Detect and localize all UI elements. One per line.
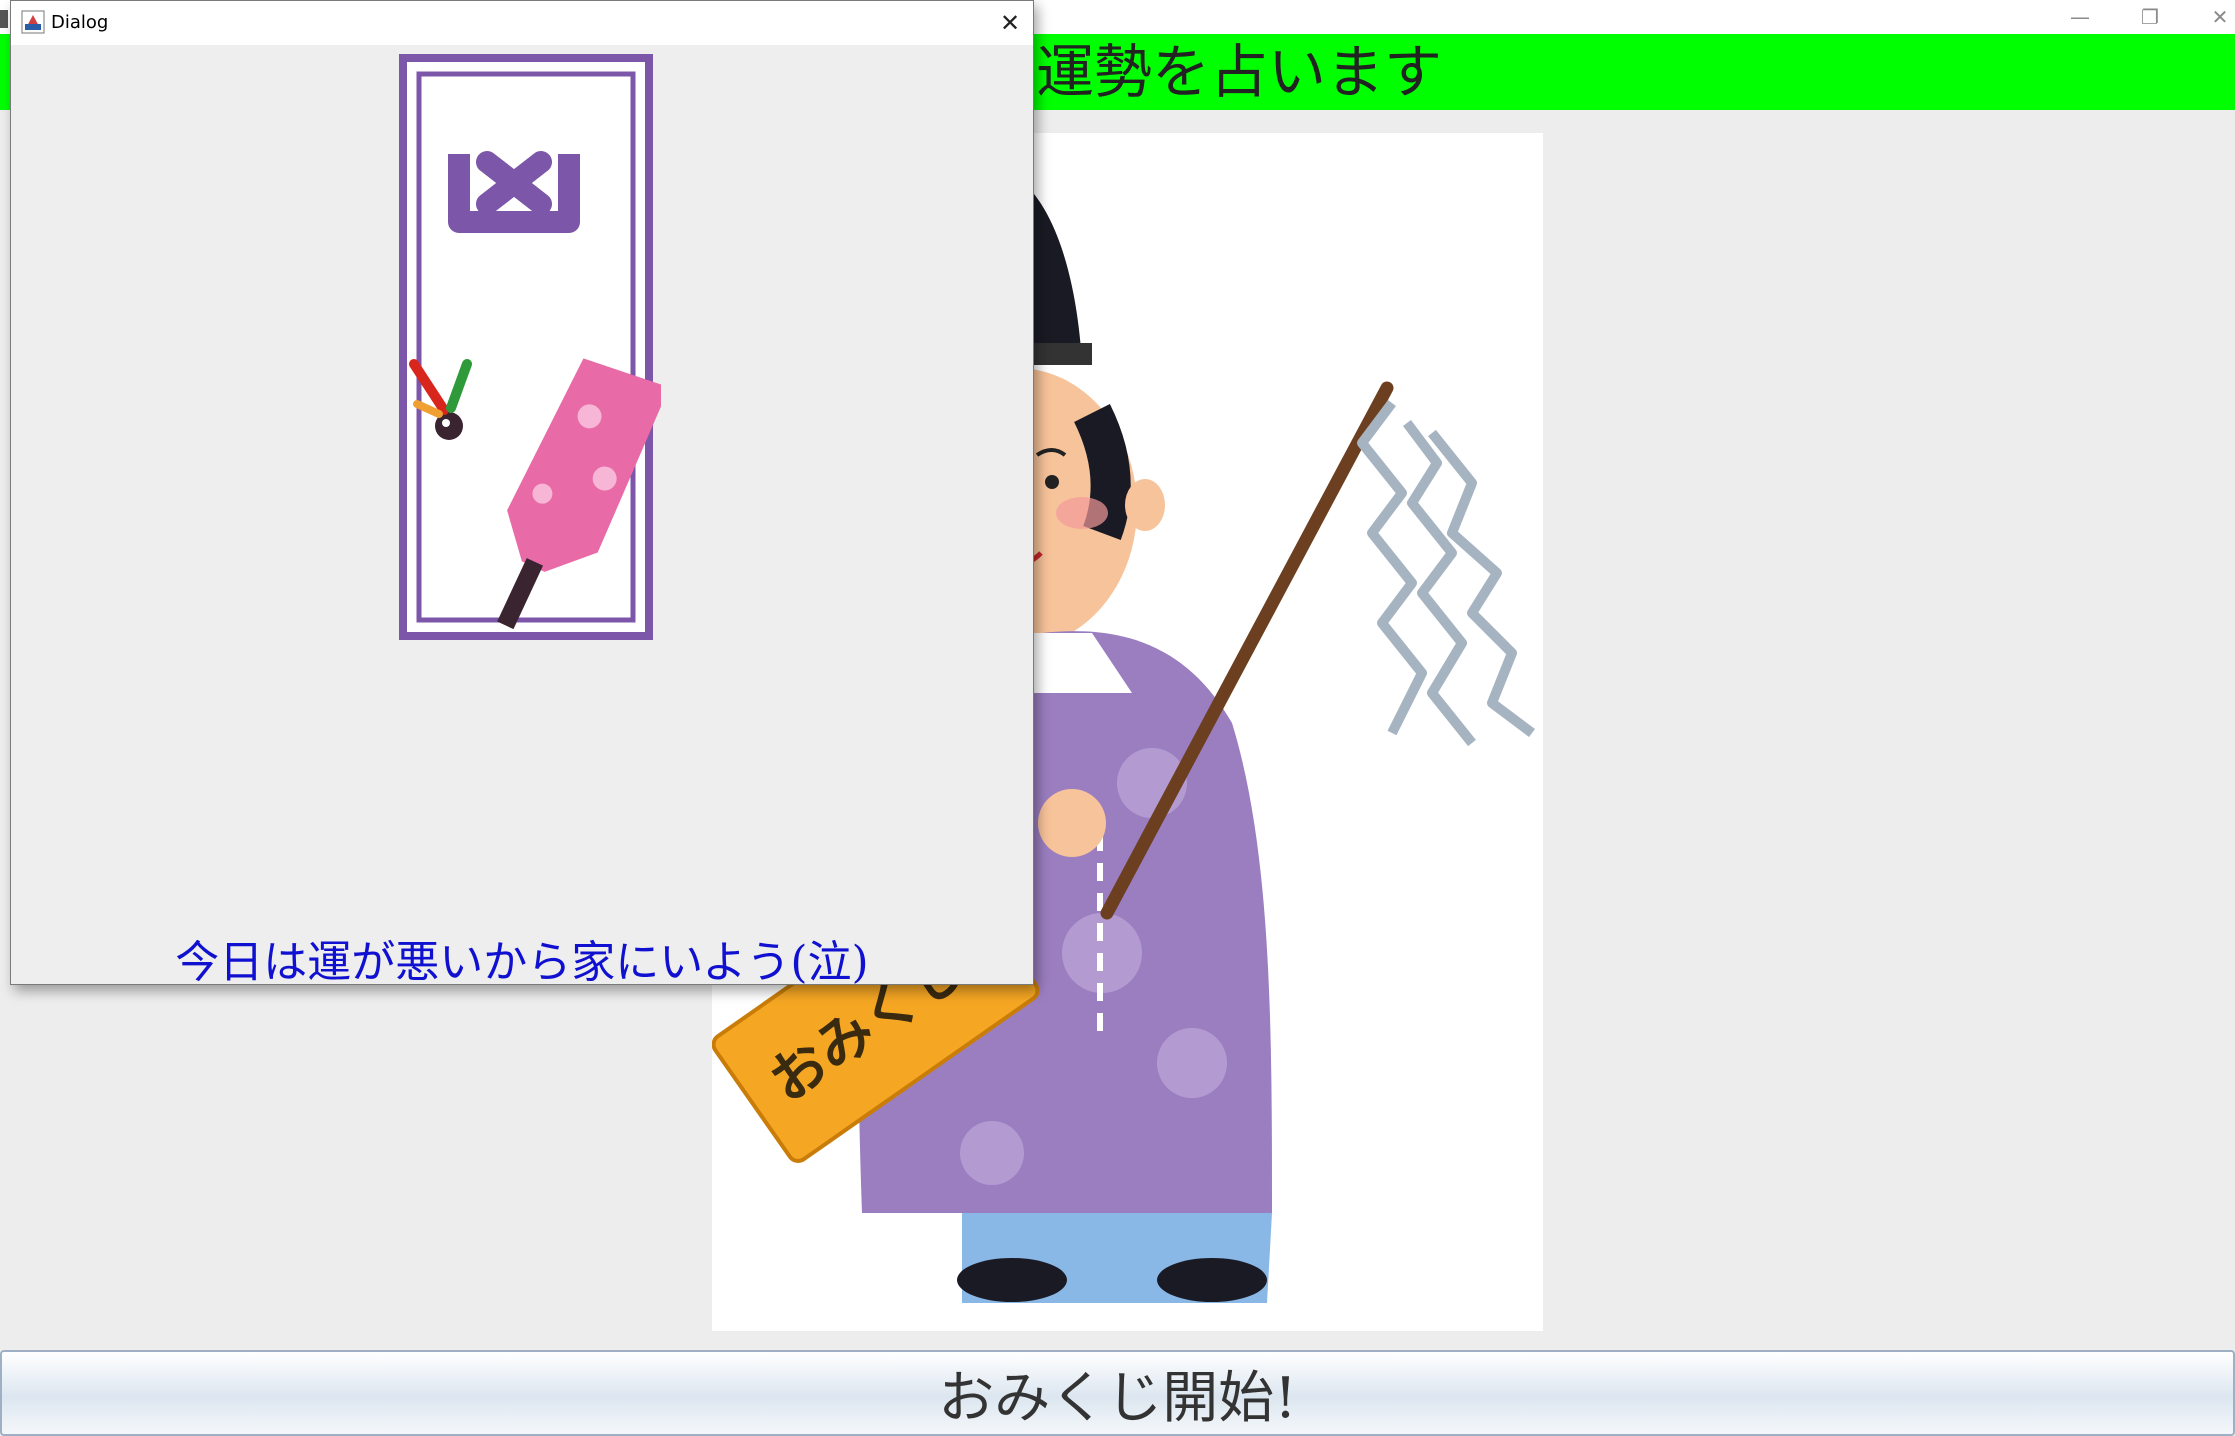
dialog-close-button[interactable]: ✕ [987, 1, 1033, 45]
maximize-button[interactable]: ❐ [2115, 0, 2185, 34]
minimize-button[interactable]: — [2045, 0, 2115, 34]
omikuji-start-button[interactable]: おみくじ開始! [0, 1350, 2235, 1436]
fortune-message: 今日は運が悪いから家にいよう(泣) [175, 937, 869, 988]
dialog-titlebar[interactable]: Dialog ✕ [11, 1, 1033, 45]
app-icon [0, 10, 8, 28]
page-title: 運勢を占います [1036, 38, 1443, 106]
kyo-fortune-slip-icon [399, 54, 661, 640]
java-app-icon [21, 10, 45, 34]
close-button[interactable]: ✕ [2185, 0, 2235, 34]
dialog-title: Dialog [51, 12, 109, 33]
fortune-dialog: Dialog ✕ 今日は運が悪いから家にいよう(泣) [10, 0, 1034, 988]
